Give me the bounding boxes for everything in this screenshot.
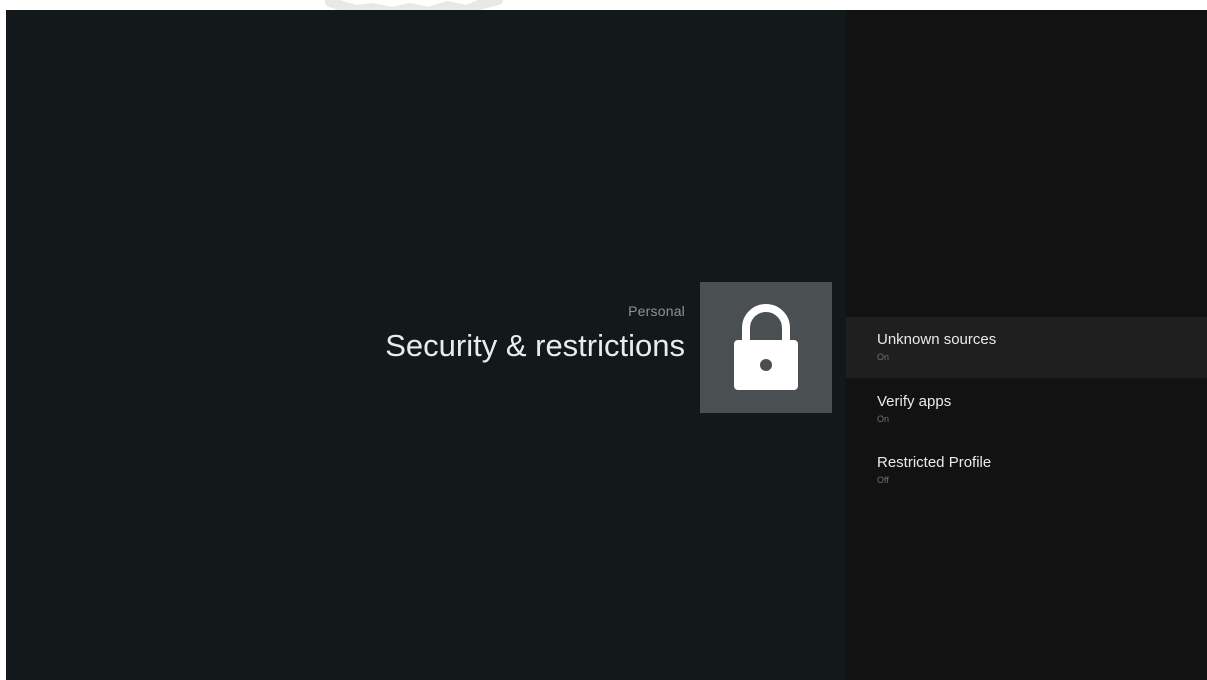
restricted-profile-item[interactable]: Restricted Profile Off xyxy=(846,440,1207,501)
lock-icon xyxy=(734,303,798,390)
lock-icon-tile xyxy=(700,282,832,413)
verify-apps-label: Verify apps xyxy=(877,393,952,410)
page-title: Security & restrictions xyxy=(385,328,685,363)
settings-list: Unknown sources On Verify apps On Restri… xyxy=(846,10,1207,680)
restricted-profile-label: Restricted Profile xyxy=(877,454,992,471)
header-pane: Personal Security & restrictions xyxy=(6,10,846,680)
unknown-sources-item[interactable]: Unknown sources On xyxy=(846,317,1207,378)
unknown-sources-status: On xyxy=(877,352,890,362)
unknown-sources-label: Unknown sources xyxy=(877,331,997,348)
verify-apps-item[interactable]: Verify apps On xyxy=(846,379,1207,440)
restricted-profile-status: Off xyxy=(877,475,889,485)
tv-settings-screen: Personal Security & restrictions Unknown… xyxy=(6,10,1207,680)
category-label: Personal xyxy=(628,303,685,319)
verify-apps-status: On xyxy=(877,414,890,424)
